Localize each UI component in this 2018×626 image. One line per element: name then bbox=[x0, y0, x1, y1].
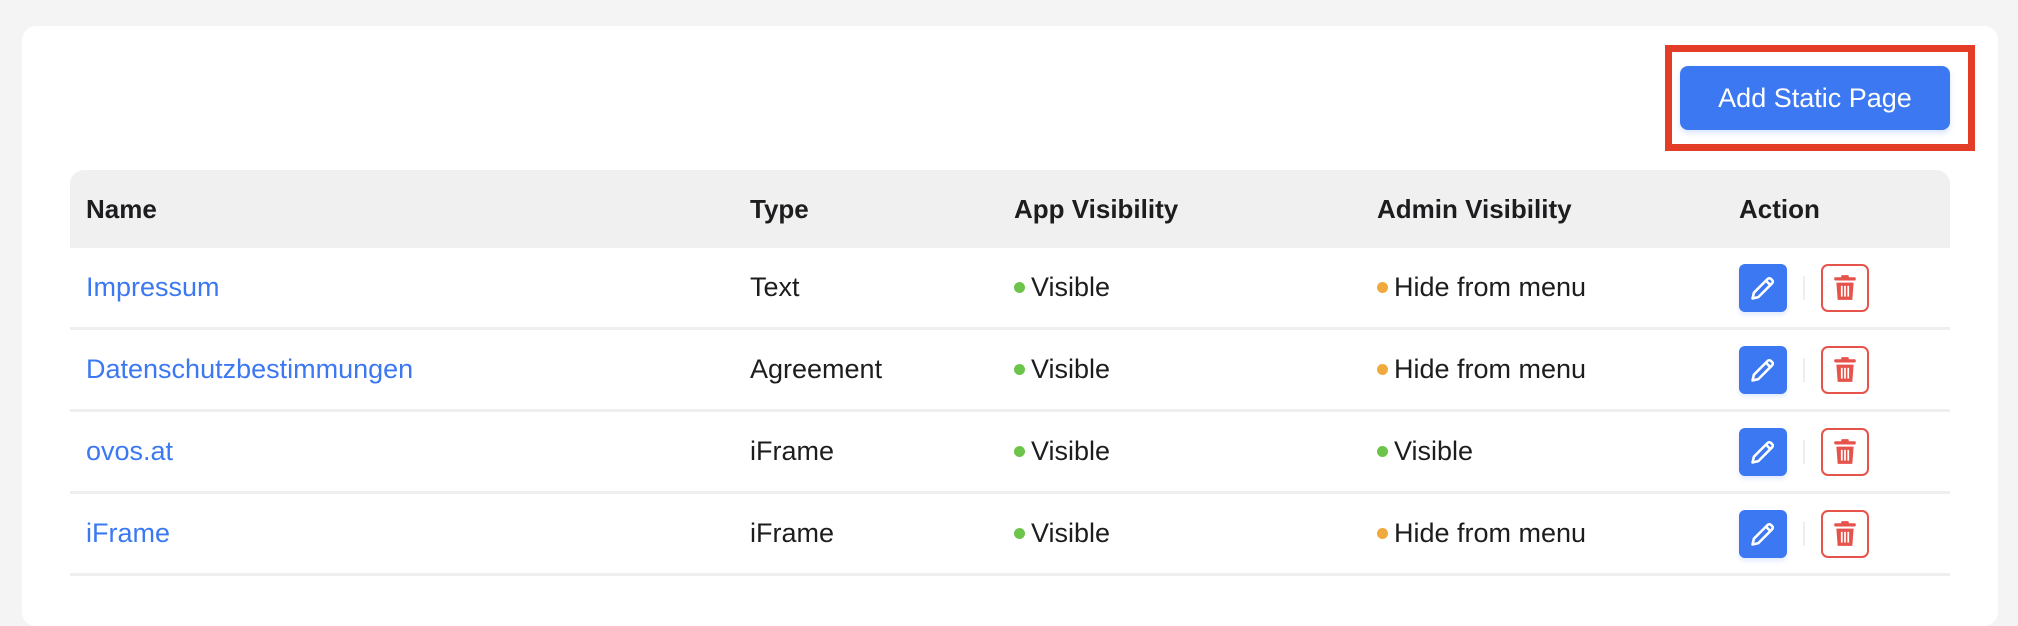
row-actions bbox=[1739, 427, 1869, 476]
delete-button[interactable] bbox=[1821, 427, 1869, 476]
admin-visibility-status: Visible bbox=[1377, 436, 1473, 467]
app-visibility-label: Visible bbox=[1031, 354, 1111, 384]
table-body: Impressum Text Visible Hide from menu Da… bbox=[70, 248, 1950, 576]
delete-button[interactable] bbox=[1821, 509, 1869, 558]
trash-icon bbox=[1834, 520, 1856, 546]
admin-visibility-label: Hide from menu bbox=[1394, 518, 1587, 548]
status-dot bbox=[1377, 364, 1388, 375]
page-name-link[interactable]: Impressum bbox=[86, 272, 220, 303]
edit-button[interactable] bbox=[1739, 509, 1787, 558]
header-admin-visibility: Admin Visibility bbox=[1377, 193, 1572, 224]
header-action: Action bbox=[1739, 193, 1820, 224]
page-type: Text bbox=[750, 272, 800, 302]
admin-visibility-status: Hide from menu bbox=[1377, 272, 1586, 303]
status-dot bbox=[1014, 282, 1025, 293]
status-dot bbox=[1377, 528, 1388, 539]
admin-visibility-status: Hide from menu bbox=[1377, 518, 1586, 549]
trash-icon bbox=[1834, 274, 1856, 300]
status-dot bbox=[1014, 446, 1025, 457]
page-type: Agreement bbox=[750, 354, 883, 384]
pencil-icon bbox=[1751, 522, 1775, 546]
header-name: Name bbox=[86, 193, 157, 224]
admin-visibility-label: Visible bbox=[1394, 436, 1474, 466]
header-type: Type bbox=[750, 193, 809, 224]
app-visibility-label: Visible bbox=[1031, 436, 1111, 466]
header-app-visibility: App Visibility bbox=[1014, 193, 1179, 224]
page-type: iFrame bbox=[750, 436, 835, 466]
status-dot bbox=[1014, 528, 1025, 539]
page-type: iFrame bbox=[750, 518, 835, 548]
edit-button[interactable] bbox=[1739, 345, 1787, 394]
action-divider bbox=[1803, 275, 1805, 300]
edit-button[interactable] bbox=[1739, 263, 1787, 312]
row-actions bbox=[1739, 509, 1869, 558]
admin-visibility-label: Hide from menu bbox=[1394, 354, 1587, 384]
table-row: ovos.at iFrame Visible Visible bbox=[70, 412, 1950, 494]
row-actions bbox=[1739, 345, 1869, 394]
page-name-link[interactable]: ovos.at bbox=[86, 436, 173, 467]
pencil-icon bbox=[1751, 440, 1775, 464]
status-dot bbox=[1014, 364, 1025, 375]
static-pages-table: Name Type App Visibility Admin Visibilit… bbox=[70, 170, 1950, 576]
action-divider bbox=[1803, 357, 1805, 382]
app-visibility-status: Visible bbox=[1014, 272, 1110, 303]
app-visibility-status: Visible bbox=[1014, 354, 1110, 385]
page-name-link[interactable]: iFrame bbox=[86, 518, 170, 549]
trash-icon bbox=[1834, 438, 1856, 464]
pencil-icon bbox=[1751, 276, 1775, 300]
app-visibility-status: Visible bbox=[1014, 518, 1110, 549]
trash-icon bbox=[1834, 356, 1856, 382]
table-row: Datenschutzbestimmungen Agreement Visibl… bbox=[70, 330, 1950, 412]
delete-button[interactable] bbox=[1821, 345, 1869, 394]
table-row: iFrame iFrame Visible Hide from menu bbox=[70, 494, 1950, 576]
action-divider bbox=[1803, 521, 1805, 546]
table-header: Name Type App Visibility Admin Visibilit… bbox=[70, 170, 1950, 248]
status-dot bbox=[1377, 446, 1388, 457]
app-visibility-label: Visible bbox=[1031, 272, 1111, 302]
page-name-link[interactable]: Datenschutzbestimmungen bbox=[86, 354, 413, 385]
app-visibility-label: Visible bbox=[1031, 518, 1111, 548]
admin-visibility-label: Hide from menu bbox=[1394, 272, 1587, 302]
add-static-page-button[interactable]: Add Static Page bbox=[1680, 66, 1950, 130]
admin-visibility-status: Hide from menu bbox=[1377, 354, 1586, 385]
edit-button[interactable] bbox=[1739, 427, 1787, 476]
app-visibility-status: Visible bbox=[1014, 436, 1110, 467]
status-dot bbox=[1377, 282, 1388, 293]
action-divider bbox=[1803, 439, 1805, 464]
delete-button[interactable] bbox=[1821, 263, 1869, 312]
row-actions bbox=[1739, 263, 1869, 312]
table-row: Impressum Text Visible Hide from menu bbox=[70, 248, 1950, 330]
pencil-icon bbox=[1751, 358, 1775, 382]
